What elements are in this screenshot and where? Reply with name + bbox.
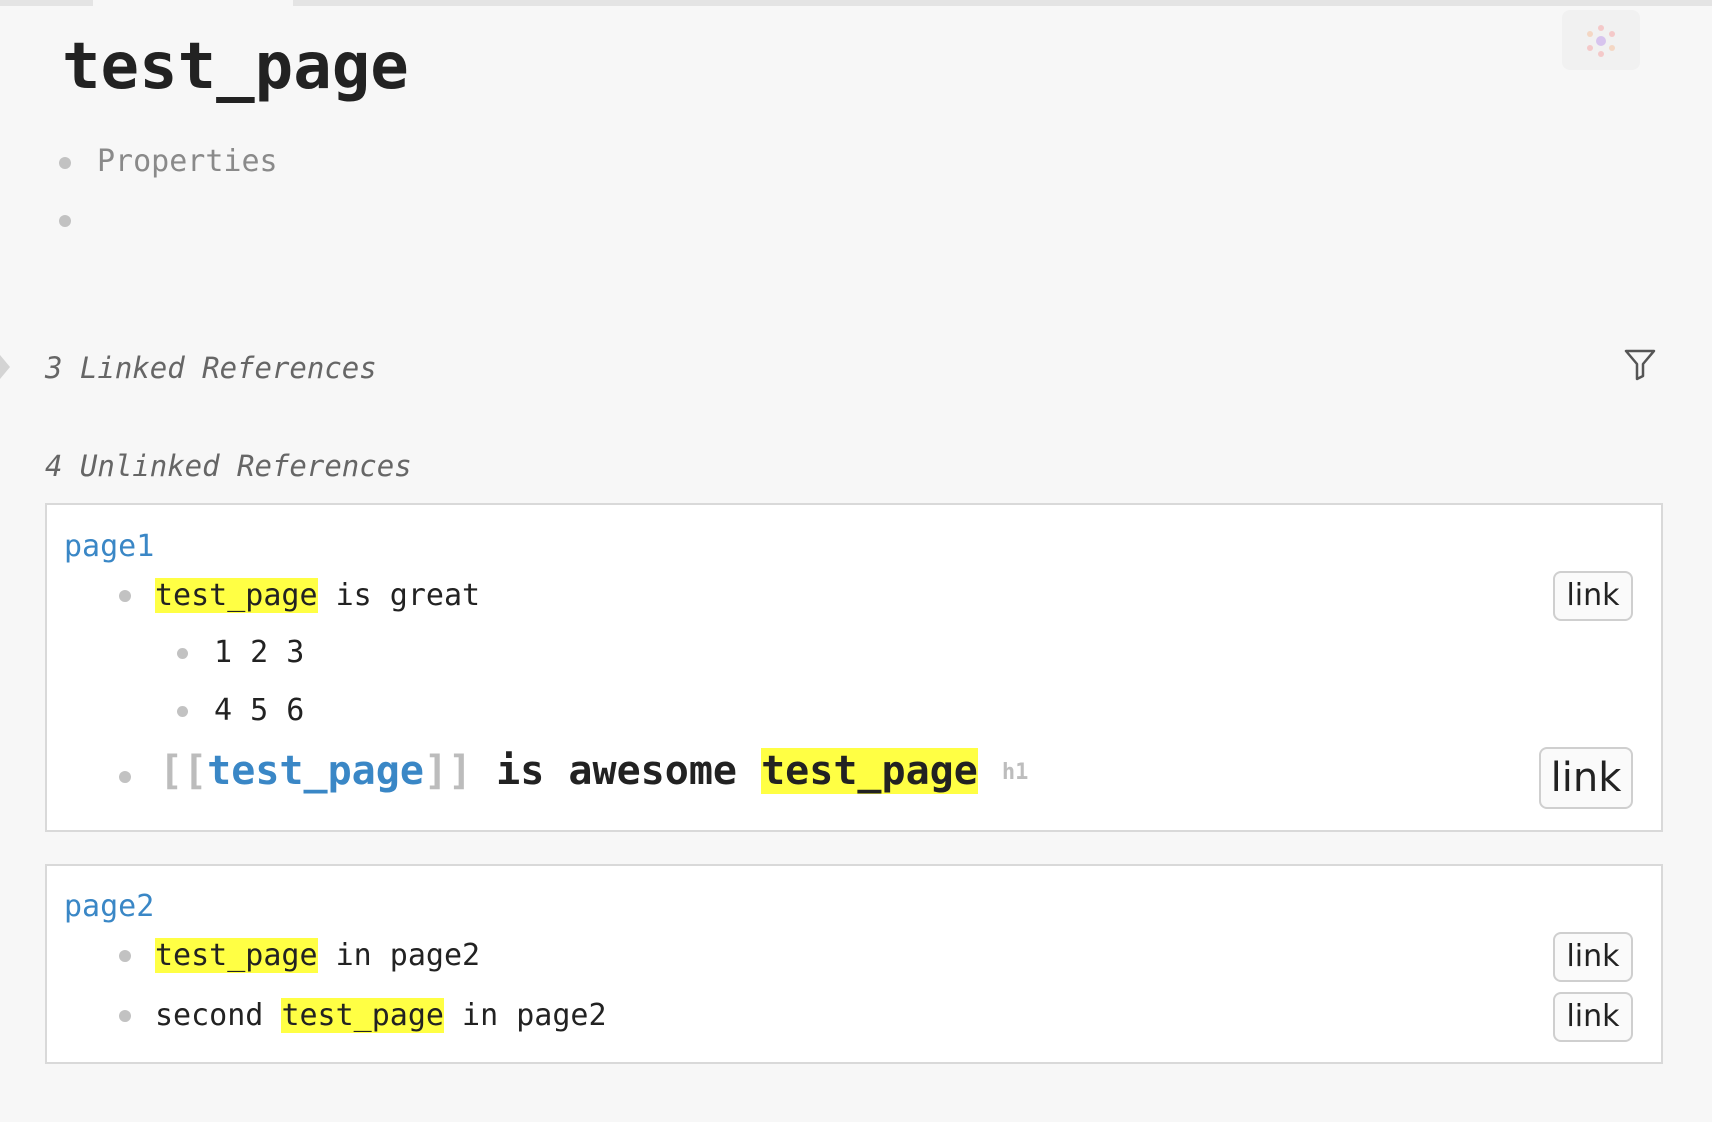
child-block-bullet[interactable]: [177, 648, 188, 659]
filter-icon[interactable]: [1623, 347, 1657, 385]
plugin-dots-icon: [1587, 25, 1615, 57]
unlinked-references-title[interactable]: 4 Unlinked References: [45, 446, 412, 486]
block-prefix-text: second: [155, 998, 282, 1033]
heading-level-tag: h1: [1001, 760, 1029, 785]
open-bracket: [[: [159, 748, 208, 794]
heading-block[interactable]: [[test_page]] is awesome test_page h1: [159, 745, 1028, 799]
link-button[interactable]: link: [1553, 992, 1633, 1042]
properties-bullet[interactable]: [59, 157, 71, 169]
link-button[interactable]: link: [1539, 747, 1633, 809]
block-text[interactable]: second test_page in page2: [155, 996, 607, 1036]
empty-block-bullet[interactable]: [59, 215, 71, 227]
child-block-text[interactable]: 1 2 3: [214, 633, 304, 673]
block-rest-text: in page2: [317, 938, 481, 973]
child-block-text[interactable]: 4 5 6: [214, 691, 304, 731]
block-bullet[interactable]: [119, 771, 131, 783]
block-rest-text: is great: [317, 578, 481, 613]
block-bullet[interactable]: [119, 1010, 131, 1022]
link-button[interactable]: link: [1553, 932, 1633, 982]
reference-card-page2: page2 test_page in page2 link second tes…: [45, 864, 1663, 1064]
block-rest-text: in page2: [444, 998, 607, 1033]
collapse-arrow-icon[interactable]: [0, 355, 10, 379]
close-bracket: ]]: [423, 748, 473, 794]
highlighted-term: test_page: [761, 748, 978, 794]
page-link-page1[interactable]: page1: [64, 527, 154, 567]
block-text[interactable]: test_page is great: [155, 576, 480, 616]
block-text[interactable]: test_page in page2: [155, 936, 480, 976]
page-title[interactable]: test_page: [62, 22, 409, 112]
block-bullet[interactable]: [119, 590, 131, 602]
active-tab-indicator: [93, 0, 293, 6]
top-tab-bar: [0, 0, 1712, 6]
properties-label[interactable]: Properties: [97, 142, 278, 182]
page-link-page2[interactable]: page2: [64, 887, 154, 927]
child-block-bullet[interactable]: [177, 706, 188, 717]
page-reference-link[interactable]: test_page: [207, 748, 424, 794]
plugin-button[interactable]: [1562, 10, 1640, 70]
highlighted-term: test_page: [155, 938, 318, 973]
heading-middle-text: is awesome: [472, 748, 762, 794]
highlighted-term: test_page: [281, 998, 444, 1033]
block-bullet[interactable]: [119, 950, 131, 962]
linked-references-title[interactable]: 3 Linked References: [45, 348, 377, 388]
link-button[interactable]: link: [1553, 571, 1633, 621]
highlighted-term: test_page: [155, 578, 318, 613]
reference-card-page1: page1 test_page is great link 1 2 3 4 5 …: [45, 503, 1663, 832]
